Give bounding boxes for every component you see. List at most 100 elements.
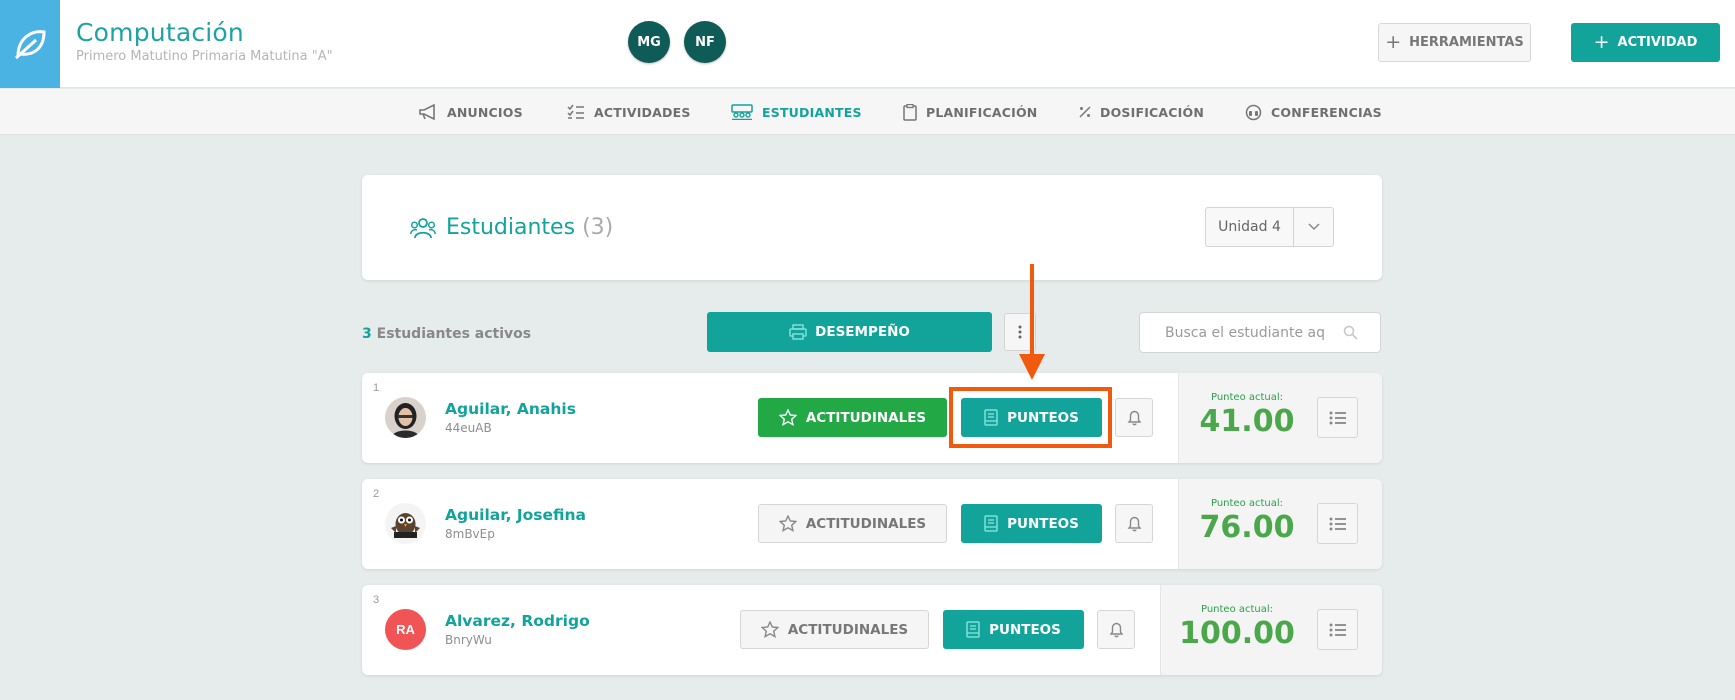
percent-icon [1079, 106, 1091, 118]
tab-label: ACTIVIDADES [594, 104, 691, 120]
actitudinales-button[interactable]: ACTITUDINALES [758, 398, 947, 437]
plus-icon: + [1593, 31, 1610, 53]
megaphone-icon [419, 104, 435, 120]
students-icon [731, 104, 753, 120]
details-button[interactable] [1317, 503, 1358, 544]
checklist-icon [567, 104, 584, 119]
punteos-label: PUNTEOS [1007, 515, 1079, 532]
tab-planificacion[interactable]: PLANIFICACIÓN [903, 89, 1037, 135]
active-students-count: 3 [362, 326, 372, 342]
headset-icon [1245, 104, 1262, 120]
score-label: Punteo actual: [1200, 604, 1274, 615]
annotation-highlight-box [949, 387, 1112, 448]
clipboard-icon [903, 103, 917, 121]
star-icon [778, 409, 797, 426]
actitudinales-label: ACTITUDINALES [805, 409, 927, 426]
tab-dosificacion[interactable]: DOSIFICACIÓN [1079, 89, 1204, 135]
print-icon [789, 324, 807, 340]
top-header: Computación Primero Matutino Primaria Ma… [0, 0, 1735, 88]
teacher-avatar[interactable]: MG [628, 21, 670, 63]
tools-button[interactable]: + HERRAMIENTAS [1378, 23, 1531, 62]
course-nav: ANUNCIOS ACTIVIDADES ESTUDIANTES PLANIFI… [0, 89, 1735, 135]
tab-label: DOSIFICACIÓN [1100, 104, 1205, 120]
book-icon [984, 515, 998, 532]
row-index: 3 [373, 594, 380, 606]
add-activity-button[interactable]: + ACTIVIDAD [1571, 23, 1720, 62]
list-icon [1329, 411, 1346, 424]
unit-select-value: Unidad 4 [1206, 208, 1294, 246]
activity-label: ACTIVIDAD [1617, 35, 1698, 50]
bell-icon [1127, 516, 1141, 532]
unit-select[interactable]: Unidad 4 [1205, 207, 1334, 247]
bell-icon [1127, 410, 1141, 426]
leaf-icon[interactable] [0, 0, 60, 88]
score-value: 41.00 [1199, 404, 1295, 439]
row-index: 2 [373, 488, 380, 500]
row-index: 1 [373, 382, 380, 394]
students-count: (3) [582, 215, 614, 240]
tab-actividades[interactable]: ACTIVIDADES [567, 89, 691, 135]
student-name[interactable]: Alvarez, Rodrigo [445, 612, 590, 630]
punteos-button[interactable]: PUNTEOS [943, 610, 1084, 649]
star-icon [778, 515, 797, 532]
actitudinales-label: ACTITUDINALES [787, 621, 909, 638]
notify-button[interactable] [1115, 504, 1153, 543]
score-value: 100.00 [1179, 616, 1295, 651]
student-name[interactable]: Aguilar, Anahis [445, 400, 576, 418]
student-code: BnryWu [445, 633, 492, 647]
score-panel: Punteo actual: 76.00 [1178, 479, 1382, 569]
desempeno-label: DESEMPEÑO [815, 324, 910, 340]
plus-icon: + [1385, 31, 1402, 53]
score-label: Punteo actual: [1210, 498, 1284, 509]
score-value: 76.00 [1199, 510, 1295, 545]
student-row: 3 RA Alvarez, Rodrigo BnryWu ACTITUDINAL… [362, 585, 1382, 675]
score-label: Punteo actual: [1210, 392, 1284, 403]
bell-icon [1109, 622, 1123, 638]
annotation-arrow [1030, 264, 1034, 356]
users-icon [410, 217, 436, 244]
tab-estudiantes[interactable]: ESTUDIANTES [731, 89, 862, 135]
student-code: 8mBvEp [445, 527, 495, 541]
student-avatar[interactable] [385, 503, 426, 544]
page-title-text: Estudiantes [446, 215, 576, 240]
tab-conferencias[interactable]: CONFERENCIAS [1245, 89, 1382, 135]
list-icon [1329, 623, 1346, 636]
chevron-down-icon[interactable] [1294, 208, 1333, 246]
punteos-button[interactable]: PUNTEOS [961, 504, 1102, 543]
notify-button[interactable] [1115, 398, 1153, 437]
tab-label: ANUNCIOS [447, 104, 523, 120]
actitudinales-button[interactable]: ACTITUDINALES [740, 610, 929, 649]
details-button[interactable] [1317, 609, 1358, 650]
student-row: 1 Aguilar, Anahis 44euAB ACTITUDINALES P… [362, 373, 1382, 463]
student-avatar[interactable]: RA [385, 609, 426, 650]
book-icon [966, 621, 980, 638]
tab-label: ESTUDIANTES [762, 104, 862, 120]
course-subtitle: Primero Matutino Primaria Matutina "A" [76, 49, 333, 64]
student-avatar[interactable] [385, 397, 426, 438]
active-students-text: Estudiantes activos [376, 326, 532, 342]
details-button[interactable] [1317, 397, 1358, 438]
tab-label: PLANIFICACIÓN [926, 104, 1038, 120]
score-panel: Punteo actual: 100.00 [1160, 585, 1382, 675]
search-input[interactable] [1165, 324, 1325, 341]
notify-button[interactable] [1097, 610, 1135, 649]
active-students-label: 3 Estudiantes activos [362, 326, 531, 342]
desempeno-button[interactable]: DESEMPEÑO [707, 312, 992, 352]
teacher-avatar[interactable]: NF [684, 21, 726, 63]
actitudinales-button[interactable]: ACTITUDINALES [758, 504, 947, 543]
list-icon [1329, 517, 1346, 530]
punteos-label: PUNTEOS [989, 621, 1061, 638]
actitudinales-label: ACTITUDINALES [805, 515, 927, 532]
student-search[interactable] [1139, 312, 1381, 353]
search-icon [1343, 325, 1358, 340]
tab-anuncios[interactable]: ANUNCIOS [418, 89, 523, 135]
tab-label: CONFERENCIAS [1271, 104, 1382, 120]
student-name[interactable]: Aguilar, Josefina [445, 506, 586, 524]
page-title: Estudiantes (3) [446, 215, 613, 240]
score-panel: Punteo actual: 41.00 [1178, 373, 1382, 463]
tools-label: HERRAMIENTAS [1409, 35, 1524, 50]
vertical-dots-icon [1018, 325, 1022, 339]
star-icon [760, 621, 779, 638]
annotation-arrow-head [1019, 354, 1045, 380]
course-title: Computación [76, 18, 244, 47]
